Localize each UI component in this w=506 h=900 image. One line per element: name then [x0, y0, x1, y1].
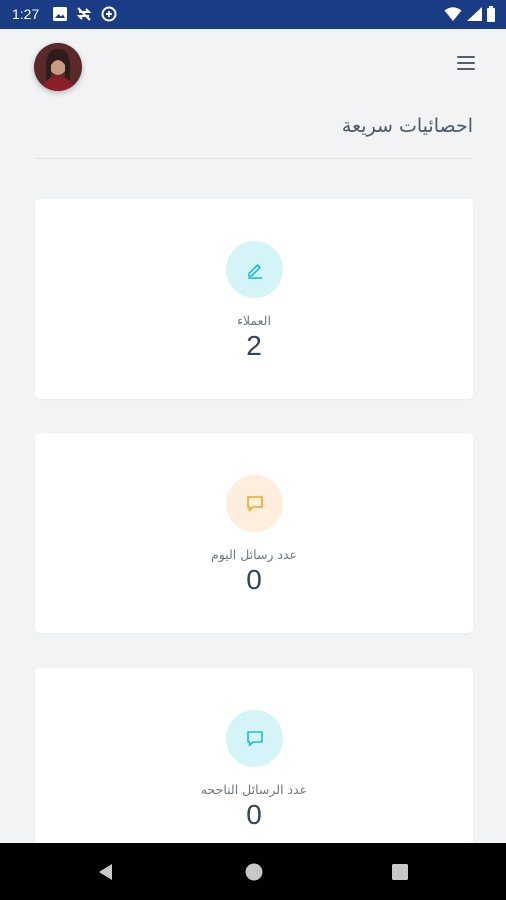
- wifi-icon: [444, 7, 462, 21]
- no-sync-icon: [76, 7, 92, 21]
- stat-label: العملاء: [237, 313, 271, 328]
- navigation-bar: [0, 843, 506, 900]
- home-icon[interactable]: [244, 862, 264, 882]
- page-title: احصائيات سريعة: [341, 115, 473, 137]
- hamburger-menu-icon[interactable]: [457, 56, 475, 72]
- stat-card-clients: العملاء 2: [35, 199, 473, 399]
- signal-icon: [467, 7, 482, 21]
- status-bar: 1:27: [0, 0, 506, 29]
- data-saver-icon: [101, 6, 117, 22]
- status-time: 1:27: [12, 6, 40, 22]
- image-icon: [53, 7, 67, 21]
- stat-value: 0: [246, 564, 262, 595]
- stat-card-today-messages: عدد رسائل اليوم 0: [35, 433, 473, 633]
- stat-card-successful-messages: عدد الرسائل الناجحه 0: [35, 668, 473, 848]
- battery-icon: [487, 6, 495, 22]
- stat-label: عدد رسائل اليوم: [210, 547, 298, 562]
- divider: [35, 158, 473, 159]
- recents-icon[interactable]: [390, 862, 410, 882]
- avatar[interactable]: [34, 43, 82, 91]
- avatar-image: [34, 43, 82, 91]
- stat-value: 2: [246, 330, 262, 361]
- stat-label: عدد الرسائل الناجحه: [200, 782, 308, 797]
- message-icon: [226, 475, 283, 532]
- back-icon[interactable]: [96, 862, 116, 882]
- message-icon: [226, 710, 283, 767]
- edit-icon: [226, 241, 283, 298]
- stat-value: 0: [246, 799, 262, 830]
